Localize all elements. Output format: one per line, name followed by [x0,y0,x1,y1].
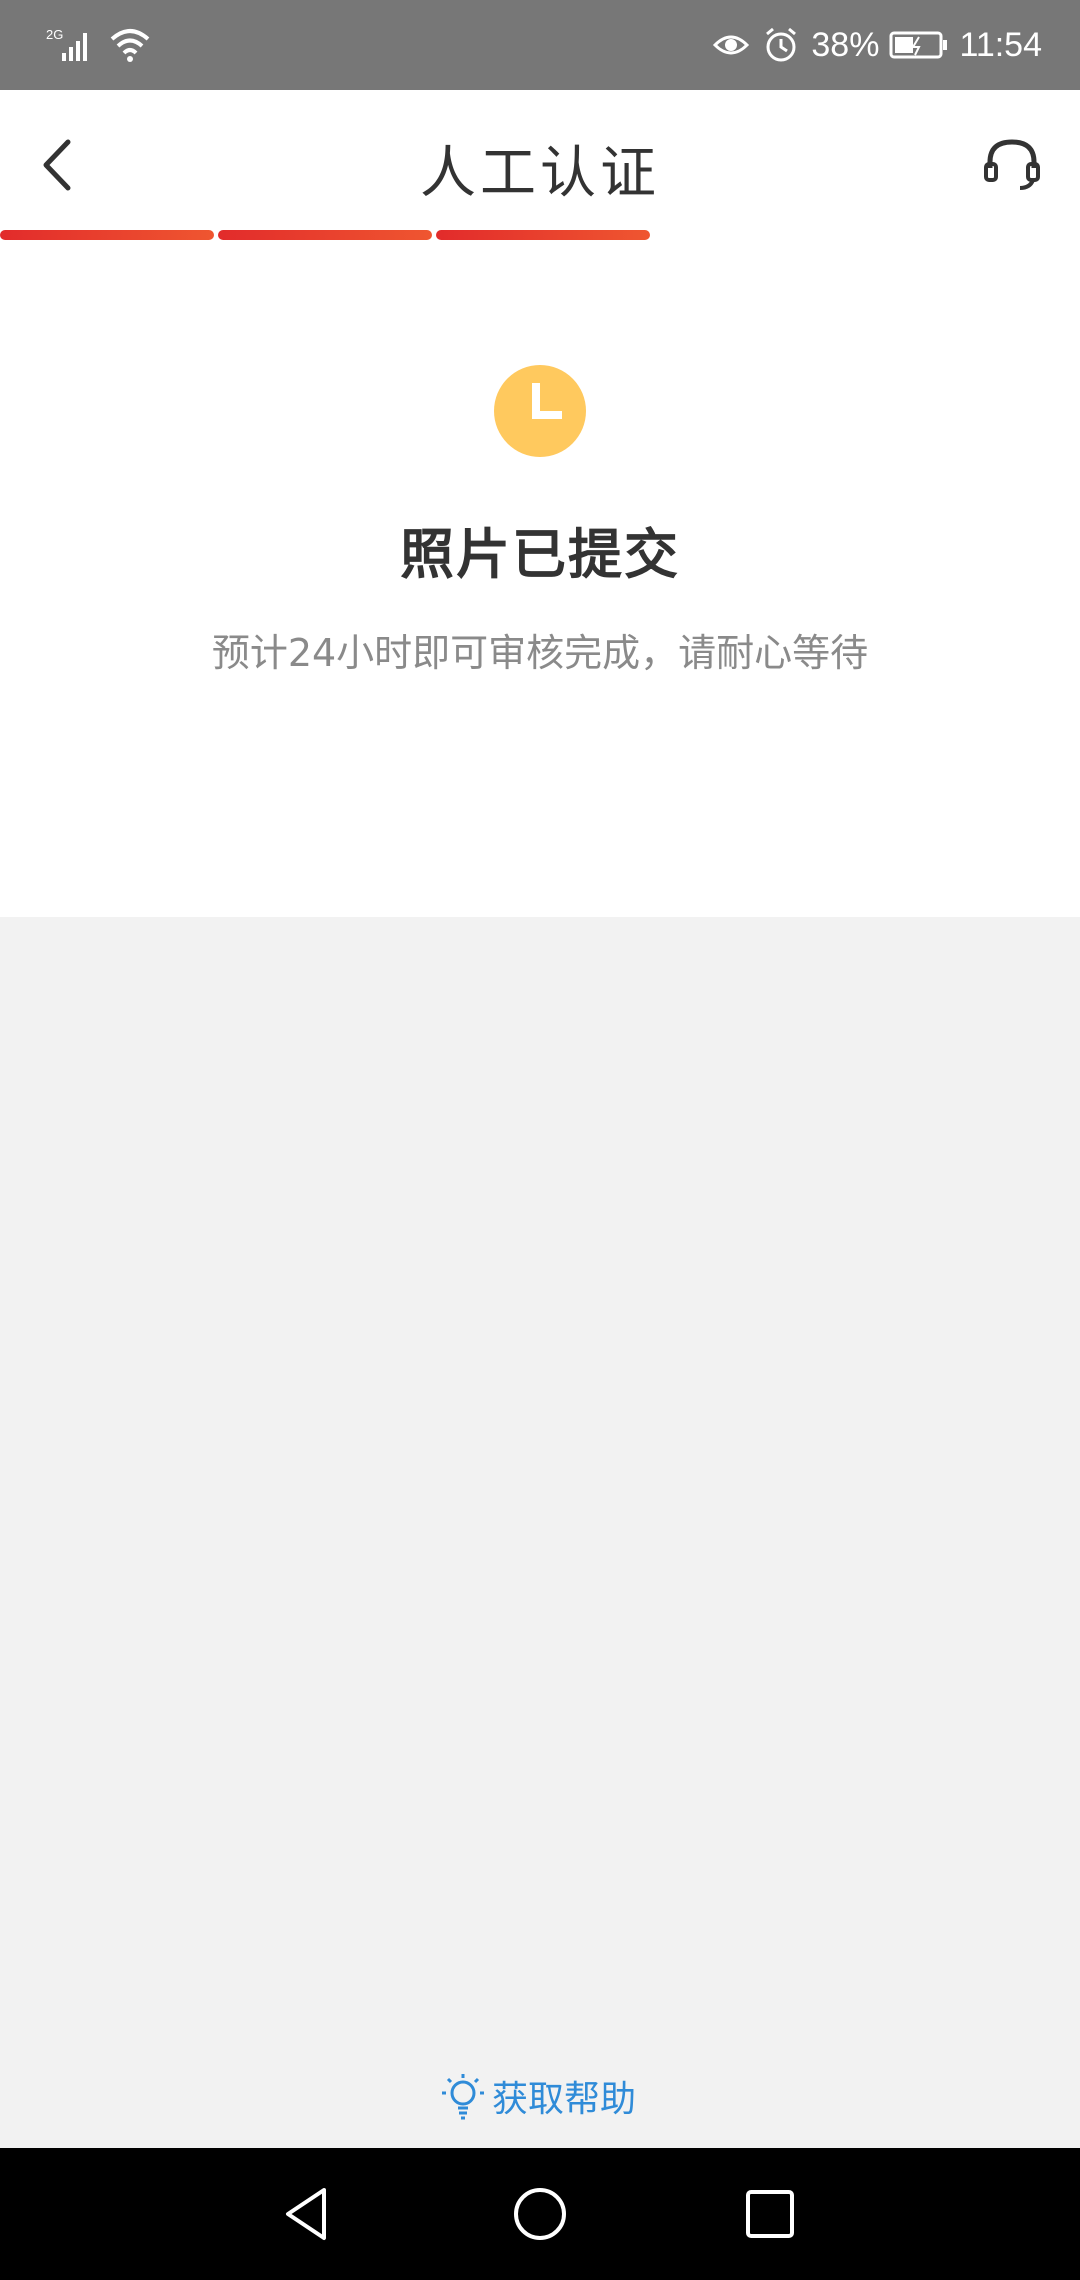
status-bar: 2G 38% 11:54 [0,0,1080,90]
get-help-link[interactable]: 获取帮助 [440,2066,636,2126]
network-type-label: 2G [46,27,63,42]
eye-icon [713,35,750,55]
review-eta-text: 预计24小时即可审核完成，请耐心等待 [211,631,869,675]
get-help-label: 获取帮助 [492,2079,637,2120]
headset-icon [984,139,1040,190]
header: 人工认证 [0,90,1080,240]
submission-headline: 照片已提交 [400,523,680,586]
clock-icon [494,365,586,457]
progress-step-3 [436,230,650,240]
page-title: 人工认证 [420,141,660,206]
status-card: 照片已提交 预计24小时即可审核完成，请耐心等待 [0,240,1080,917]
progress-step-2 [218,230,432,240]
clock-time: 11:54 [959,25,1042,64]
system-nav-bar [0,2148,1080,2280]
nav-home-icon[interactable] [508,2182,572,2246]
status-right: 38% 11:54 [711,20,1042,70]
alarm-icon [766,27,797,62]
battery-icon [889,31,948,59]
step-progress [0,230,1080,240]
nav-back-icon[interactable] [276,2182,340,2246]
screen: 2G 38% 11:54 人工认证 照片已提交 预计24小时即可审核完成，请耐心… [0,0,1080,2280]
status-left: 2G [44,22,152,68]
nav-recents-icon[interactable] [738,2182,802,2246]
wifi-icon [110,29,150,62]
signal-icon: 2G [46,27,87,61]
customer-support-button[interactable] [980,132,1044,196]
battery-percent: 38% [811,25,880,64]
lightbulb-icon [442,2074,484,2120]
progress-step-1 [0,230,214,240]
